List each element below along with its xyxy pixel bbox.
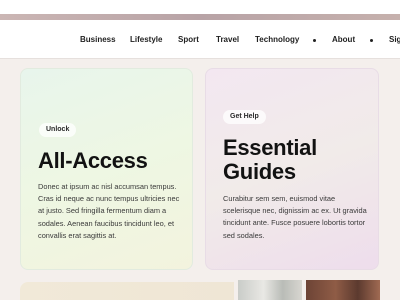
nav-item-technology[interactable]: Technology [255,35,299,44]
card-tag: Unlock [39,123,77,137]
card-title: All-Access [38,148,148,173]
card-tag: Get Help [223,110,266,124]
browser-top-strip [0,0,400,14]
nav-separator-dot [313,39,316,42]
nav-item-sport[interactable]: Sport [178,35,199,44]
nav-item-sign-in[interactable]: Sig [389,35,400,44]
article-thumbnail[interactable] [238,280,302,300]
main-navigation: Business Lifestyle Sport Travel Technolo… [0,20,400,59]
article-thumbnail[interactable] [306,280,380,300]
nav-separator-dot [370,39,373,42]
card-description: Curabitur sem sem, euismod vitae sceleri… [223,194,367,240]
card-all-access[interactable]: Unlock All-Access Donec at ipsum ac nisl… [20,68,193,270]
card-essential-guides[interactable]: Get Help Essential Guides Curabitur sem … [205,68,379,270]
card-description: Donec at ipsum ac nisl accumsan tempus. … [38,182,180,240]
card-title: Essential Guides [223,135,317,184]
nav-item-about[interactable]: About [332,35,355,44]
next-section-card [20,282,234,300]
nav-item-travel[interactable]: Travel [216,35,239,44]
nav-item-business[interactable]: Business [80,35,116,44]
nav-item-lifestyle[interactable]: Lifestyle [130,35,162,44]
